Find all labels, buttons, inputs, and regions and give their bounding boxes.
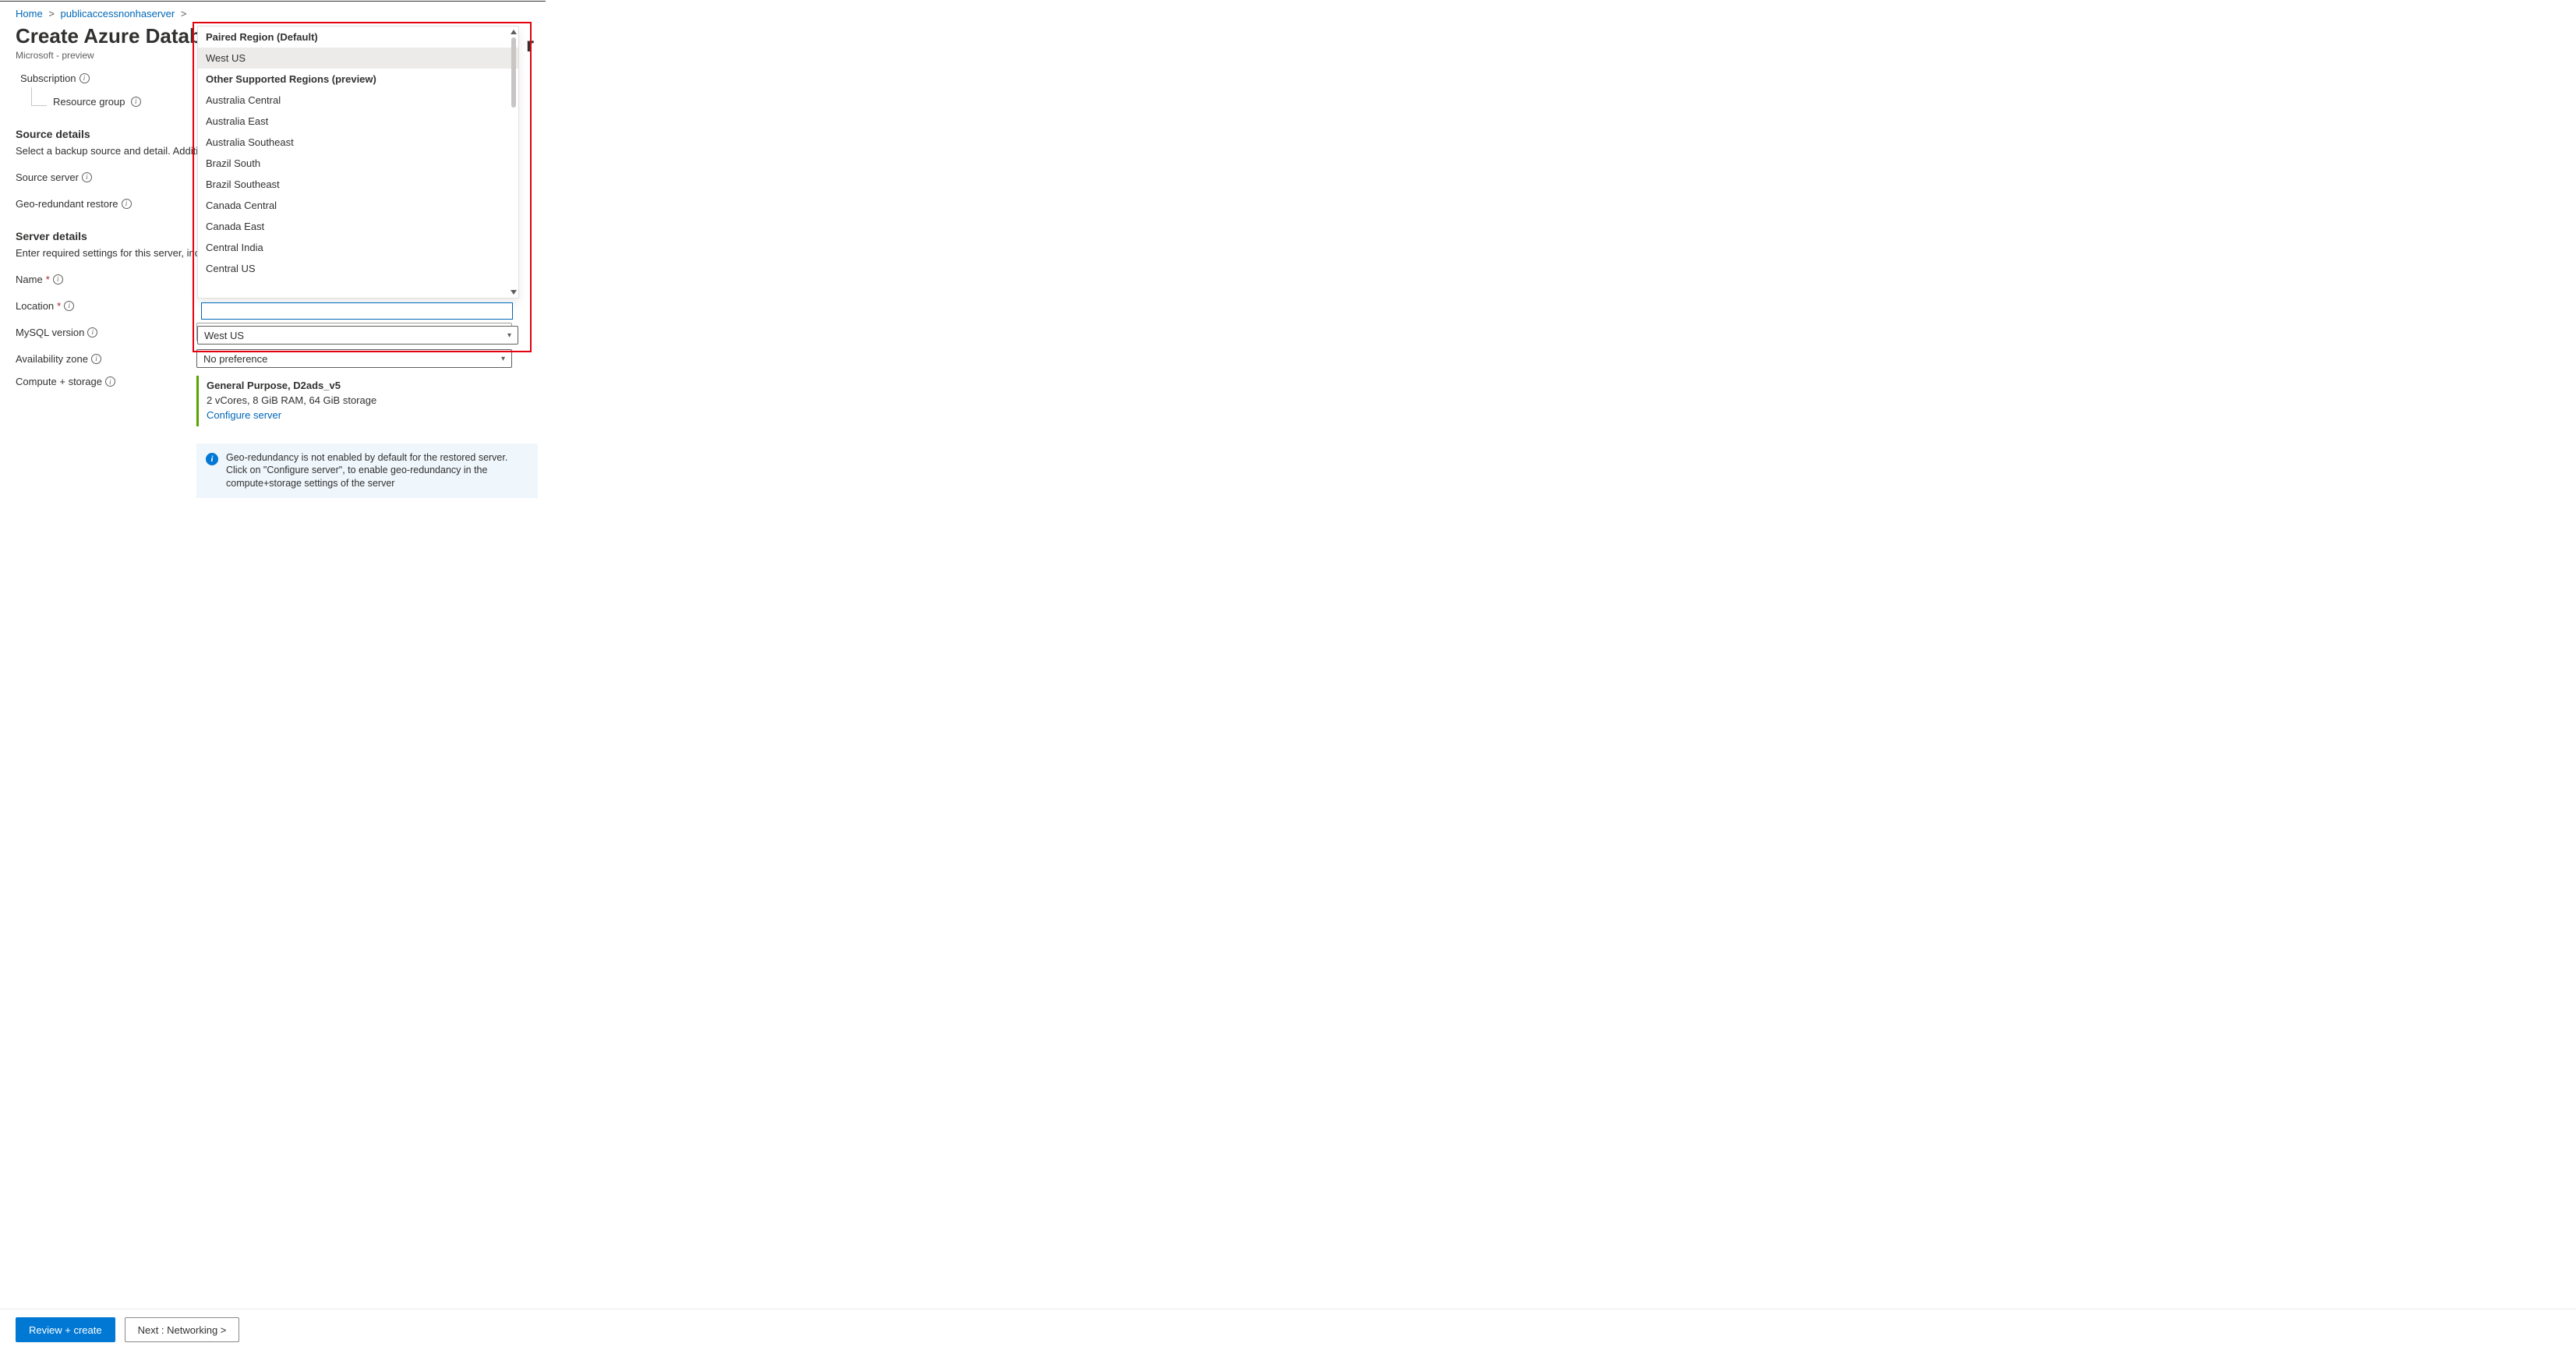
scroll-thumb[interactable]	[511, 37, 516, 108]
dropdown-item[interactable]: Canada East	[198, 216, 518, 237]
dropdown-item[interactable]: Brazil South	[198, 153, 518, 174]
location-select[interactable]: West US ▾	[197, 326, 518, 345]
info-icon[interactable]: i	[64, 301, 74, 311]
subscription-label: Subscription	[20, 72, 76, 84]
name-label: Name	[16, 274, 43, 285]
chevron-down-icon: ▾	[501, 355, 505, 363]
geo-restore-label: Geo-redundant restore	[16, 198, 118, 210]
required-asterisk: *	[57, 300, 61, 312]
required-asterisk: *	[46, 274, 50, 285]
chevron-down-icon: ▾	[507, 331, 511, 340]
availability-zone-select[interactable]: No preference ▾	[196, 349, 512, 368]
info-icon[interactable]: i	[53, 274, 63, 284]
info-icon[interactable]: i	[131, 97, 141, 107]
chevron-right-icon: >	[181, 8, 187, 19]
review-create-button[interactable]: Review + create	[16, 1317, 115, 1342]
next-networking-button[interactable]: Next : Networking >	[125, 1317, 240, 1342]
dropdown-item[interactable]: Australia East	[198, 111, 518, 132]
scroll-down-icon[interactable]	[511, 290, 517, 295]
compute-tier: General Purpose, D2ads_v5	[207, 379, 504, 394]
configure-server-link[interactable]: Configure server	[207, 409, 281, 421]
scrollbar[interactable]	[511, 30, 517, 295]
dropdown-item[interactable]: Central India	[198, 237, 518, 258]
info-icon[interactable]: i	[91, 354, 101, 364]
source-server-label: Source server	[16, 171, 79, 183]
info-icon[interactable]: i	[122, 199, 132, 209]
compute-summary: General Purpose, D2ads_v5 2 vCores, 8 Gi…	[196, 376, 512, 426]
info-icon[interactable]: i	[87, 327, 97, 338]
info-icon[interactable]: i	[80, 73, 90, 83]
info-banner-text: Geo-redundancy is not enabled by default…	[226, 451, 528, 491]
dropdown-item[interactable]: Brazil Southeast	[198, 174, 518, 195]
dropdown-item[interactable]: Canada Central	[198, 195, 518, 216]
breadcrumb: Home > publicaccessnonhaserver >	[16, 8, 2560, 19]
info-icon: i	[206, 453, 218, 465]
location-search-input[interactable]	[201, 302, 513, 320]
availability-zone-value: No preference	[203, 353, 267, 365]
page-title-tail: r	[526, 33, 534, 57]
compute-spec: 2 vCores, 8 GiB RAM, 64 GiB storage	[207, 394, 504, 408]
dropdown-group-paired: Paired Region (Default)	[198, 27, 518, 48]
breadcrumb-home[interactable]: Home	[16, 8, 43, 19]
availability-zone-label: Availability zone	[16, 353, 88, 365]
location-dropdown[interactable]: Paired Region (Default) West US Other Su…	[197, 26, 519, 299]
tree-line	[31, 87, 47, 106]
mysql-version-label: MySQL version	[16, 327, 84, 338]
info-icon[interactable]: i	[105, 376, 115, 387]
top-rule	[0, 1, 546, 2]
dropdown-group-other: Other Supported Regions (preview)	[198, 69, 518, 90]
compute-storage-label: Compute + storage	[16, 376, 102, 387]
breadcrumb-server[interactable]: publicaccessnonhaserver	[61, 8, 175, 19]
wizard-footer: Review + create Next : Networking >	[0, 1309, 2576, 1350]
dropdown-item[interactable]: Australia Central	[198, 90, 518, 111]
dropdown-item-paired[interactable]: West US	[198, 48, 518, 69]
info-banner: i Geo-redundancy is not enabled by defau…	[196, 444, 538, 499]
info-icon[interactable]: i	[82, 172, 92, 182]
dropdown-item[interactable]: Central US	[198, 258, 518, 279]
dropdown-item[interactable]: Australia Southeast	[198, 132, 518, 153]
location-label: Location	[16, 300, 54, 312]
resource-group-label: Resource group	[53, 96, 125, 108]
chevron-right-icon: >	[48, 8, 55, 19]
scroll-up-icon[interactable]	[511, 30, 517, 34]
location-value: West US	[204, 330, 244, 341]
